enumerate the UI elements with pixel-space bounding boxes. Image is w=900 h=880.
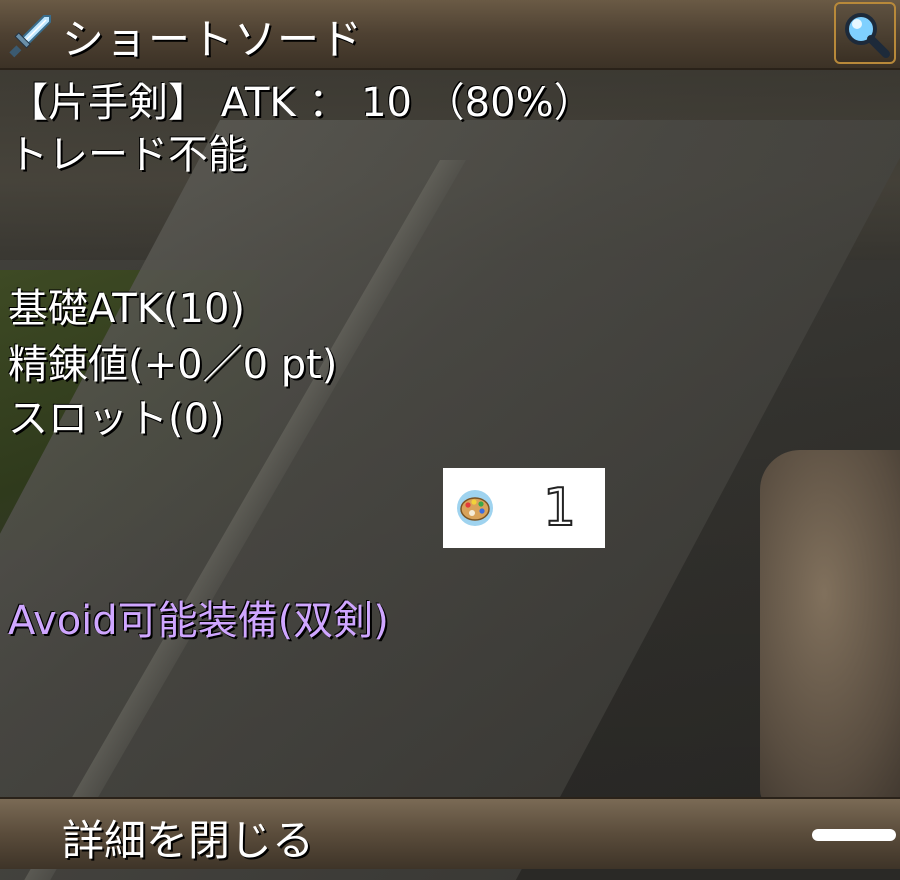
card-count-box: 1	[443, 468, 605, 548]
search-button[interactable]	[834, 2, 896, 64]
close-details-button[interactable]: 詳細を閉じる	[0, 797, 900, 869]
card-count-value: 1	[542, 477, 577, 539]
close-details-label: 詳細を閉じる	[62, 816, 315, 865]
sword-icon	[6, 10, 56, 60]
background-rock	[760, 450, 900, 810]
trade-status: トレード不能	[8, 132, 248, 178]
refine-value: 精錬値(+0／0 pt)	[8, 342, 338, 388]
special-property: Avoid可能装備(双剣)	[8, 598, 389, 644]
item-name: ショートソード	[62, 15, 364, 64]
base-atk: 基礎ATK(10)	[8, 286, 246, 332]
drag-handle[interactable]	[812, 829, 896, 841]
item-title-bar: ショートソード	[0, 0, 900, 70]
item-type-line: 【片手剣】 ATK ： 10 （80%）	[8, 80, 594, 126]
slot-count: スロット(0)	[8, 396, 225, 442]
palette-icon	[455, 488, 495, 528]
